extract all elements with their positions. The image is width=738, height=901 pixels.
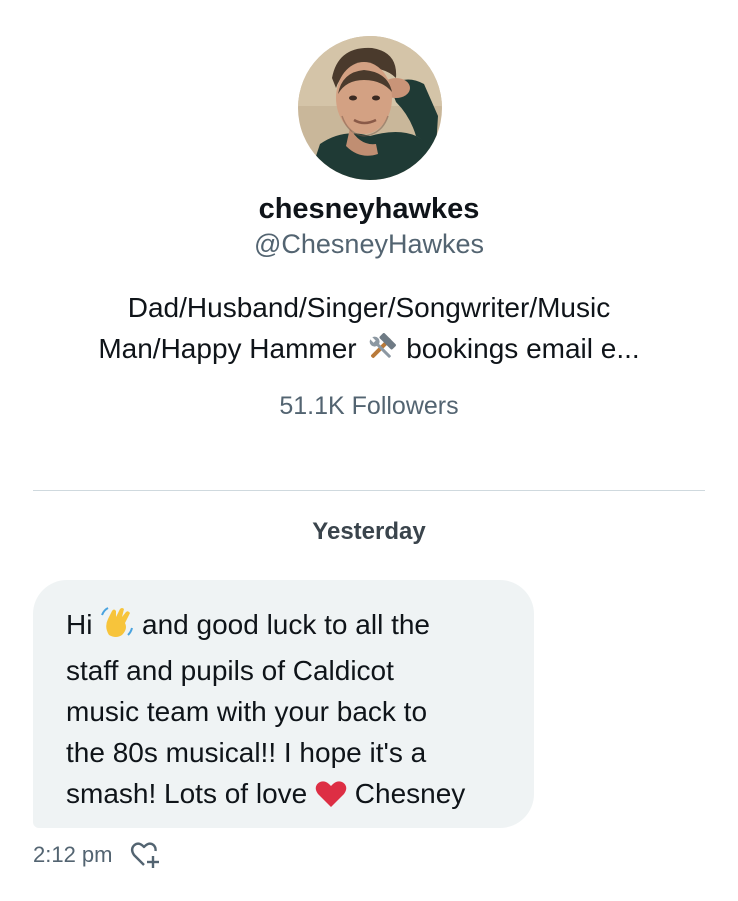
message-text: Chesney [354,778,466,809]
waving-hand-icon [100,605,134,650]
message-line-4: the 80s musical!! I hope it's a [66,737,427,768]
date-separator: Yesterday [312,518,426,545]
add-reaction-icon[interactable] [129,839,161,871]
profile-handle: @ChesneyHawkes [253,229,484,259]
bio-line-2-end: bookings email e... [406,333,640,364]
profile-display-name[interactable]: chesneyhawkes [0,193,738,226]
divider [33,490,705,491]
message-line-2: staff and pupils of Caldicot [66,655,394,686]
message-text: and good luck to all the [142,609,430,640]
message-bubble[interactable]: Hi and good luck to all the staff and pu… [33,580,534,828]
message-timestamp: 2:12 pm [33,842,113,867]
avatar[interactable] [298,36,442,180]
profile-bio: Dad/Husband/Singer/Songwriter/Music Man/… [40,287,698,374]
message-text: Hi [66,609,93,640]
bio-line-2-start: Man/Happy Hammer [98,333,357,364]
message-meta: 2:12 pm [33,839,161,871]
red-heart-icon [315,778,347,819]
message-line-3: music team with your back to [66,696,428,727]
message-text: smash! Lots of love [66,778,308,809]
avatar-image [298,36,442,180]
message-line-5: smash! Lots of love Chesney [66,773,514,819]
followers-count[interactable]: 51.1K Followers [0,392,738,421]
message-line-1: Hi and good luck to all the [66,604,514,650]
hammer-and-wrench-icon [364,333,398,374]
bio-line-1: Dad/Husband/Singer/Songwriter/Music [127,292,611,323]
